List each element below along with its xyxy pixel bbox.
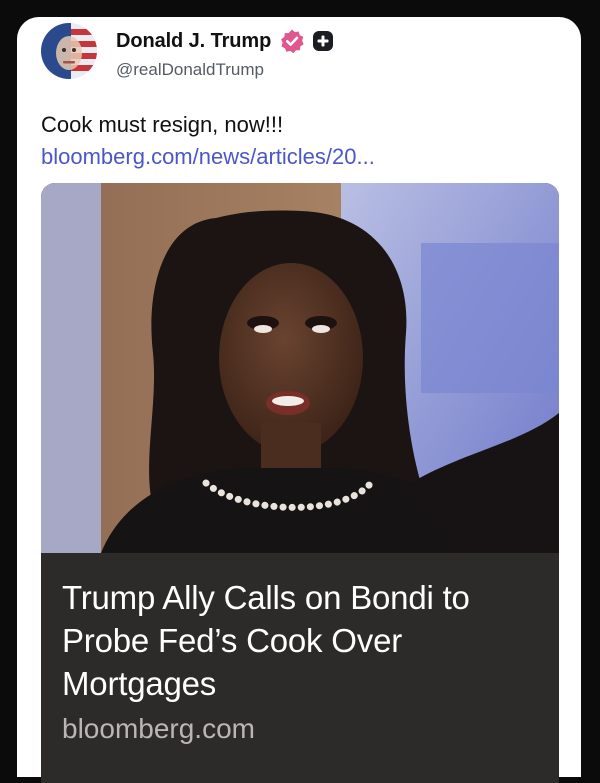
article-headline[interactable]: Trump Ally Calls on Bondi to Probe Fed’s…	[62, 576, 552, 705]
link-preview-caption: Trump Ally Calls on Bondi to Probe Fed’s…	[41, 553, 559, 783]
post-link[interactable]: bloomberg.com/news/articles/20...	[41, 144, 375, 169]
avatar-image	[41, 23, 97, 79]
author-display-name[interactable]: Donald J. Trump	[116, 30, 271, 53]
article-photo	[41, 183, 559, 553]
post-text: Cook must resign, now!!! bloomberg.com/n…	[41, 109, 541, 173]
author-handle[interactable]: @realDonaldTrump	[116, 60, 264, 80]
plus-badge-icon	[313, 31, 334, 51]
article-domain: bloomberg.com	[62, 713, 255, 744]
author-name-row: Donald J. Trump	[116, 28, 334, 54]
post-card: Donald J. Trump @realDonaldTrump Cook mu…	[17, 17, 581, 783]
link-preview-card[interactable]: Trump Ally Calls on Bondi to Probe Fed’s…	[41, 183, 559, 783]
author-avatar[interactable]	[41, 23, 97, 79]
verified-badge-icon	[279, 28, 305, 54]
post-body: Cook must resign, now!!!	[41, 112, 284, 137]
